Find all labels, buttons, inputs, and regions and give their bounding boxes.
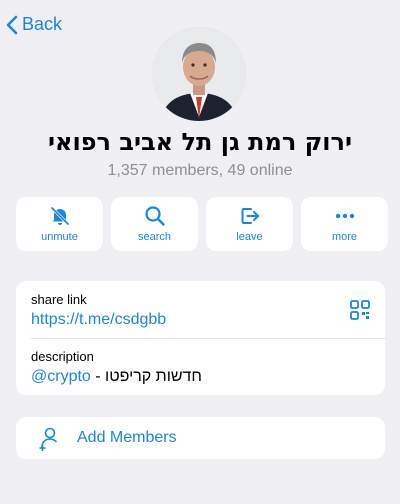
- chevron-left-icon: [6, 15, 18, 35]
- share-link-label: share link: [31, 292, 87, 307]
- qr-code-icon[interactable]: [349, 299, 371, 326]
- search-button[interactable]: search: [111, 197, 198, 251]
- avatar[interactable]: [152, 27, 246, 121]
- description-label: description: [31, 349, 94, 364]
- share-link-row[interactable]: share link https://t.me/csdgbb: [31, 292, 370, 329]
- leave-icon: [239, 205, 261, 227]
- leave-button[interactable]: leave: [206, 197, 293, 251]
- bell-slash-icon: [49, 205, 71, 227]
- add-user-icon: [38, 425, 64, 456]
- more-button[interactable]: more: [301, 197, 388, 251]
- divider: [31, 338, 385, 339]
- member-count: 1,357 members, 49 online: [107, 162, 293, 179]
- back-button[interactable]: Back: [6, 14, 62, 35]
- unmute-button[interactable]: unmute: [16, 197, 103, 251]
- action-bar: unmute search leave more: [16, 197, 388, 251]
- leave-label: leave: [236, 231, 263, 243]
- info-card: share link https://t.me/csdgbb descripti…: [16, 281, 385, 395]
- ellipsis-icon: [334, 205, 356, 227]
- description-body: חדשות קריפטו -: [90, 368, 202, 385]
- back-label: Back: [22, 14, 63, 34]
- description-text: חדשות קריפטו - @crypto: [31, 368, 202, 386]
- group-title: ירוק רמת גן תל אביב רפואי: [47, 128, 353, 156]
- share-link-value[interactable]: https://t.me/csdgbb: [31, 311, 370, 329]
- search-icon: [144, 205, 166, 227]
- unmute-label: unmute: [41, 231, 78, 243]
- add-members-button[interactable]: Add Members: [16, 417, 385, 459]
- description-row: description חדשות קריפטו - @crypto: [31, 349, 370, 386]
- description-mention[interactable]: @crypto: [31, 368, 91, 385]
- more-label: more: [331, 231, 358, 243]
- search-label: search: [137, 231, 172, 243]
- add-members-label: Add Members: [77, 429, 177, 446]
